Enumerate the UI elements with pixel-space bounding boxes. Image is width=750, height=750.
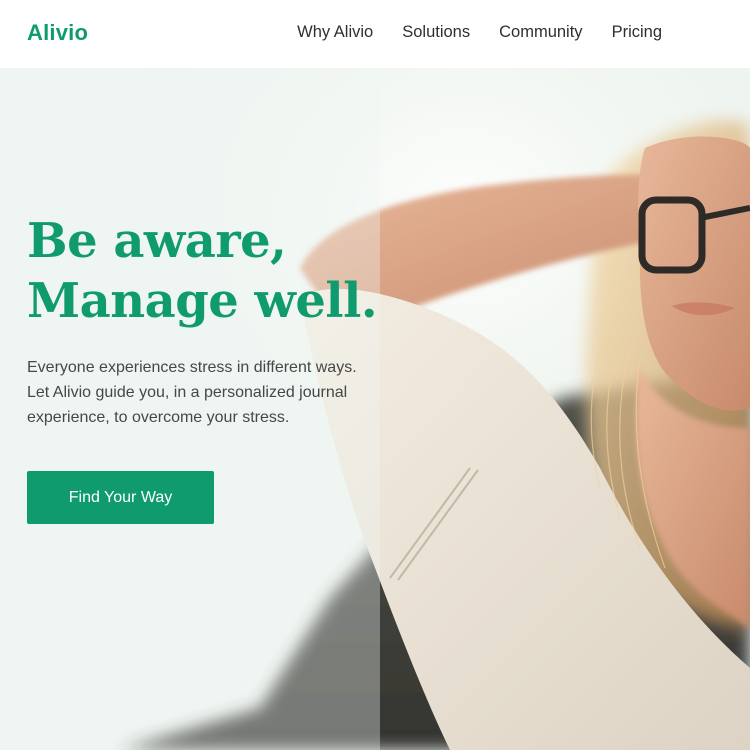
hero-description: Everyone experiences stress in different…: [27, 359, 357, 426]
nav-link-solutions[interactable]: Solutions: [402, 23, 470, 42]
nav-link-pricing[interactable]: Pricing: [612, 23, 662, 42]
nav-link-community[interactable]: Community: [499, 23, 582, 42]
headline-line-2: Manage well.: [27, 273, 378, 329]
hero-headline: Be aware, Manage well.: [27, 211, 447, 331]
nav-link-why-alivio[interactable]: Why Alivio: [297, 23, 373, 42]
main-nav: Why Alivio Solutions Community Pricing: [297, 23, 662, 42]
hero-section: Be aware, Manage well. Everyone experien…: [0, 68, 750, 750]
find-your-way-button[interactable]: Find Your Way: [27, 471, 214, 524]
headline-line-1: Be aware,: [27, 213, 287, 269]
site-header: Alivio Why Alivio Solutions Community Pr…: [0, 0, 750, 68]
brand-logo[interactable]: Alivio: [27, 20, 88, 46]
